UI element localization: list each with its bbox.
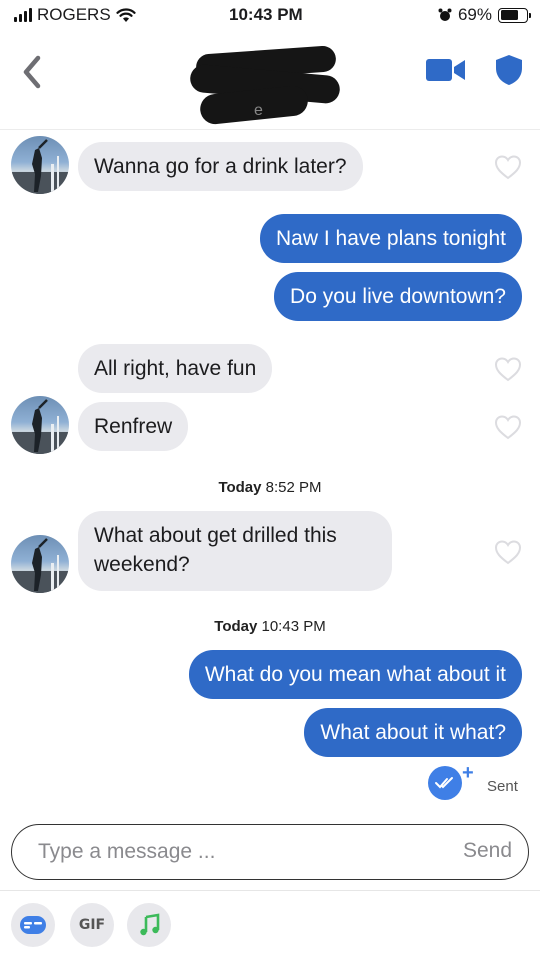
- incoming-message[interactable]: Wanna go for a drink later?: [78, 142, 363, 191]
- outgoing-message[interactable]: Naw I have plans tonight: [260, 214, 522, 263]
- message-thread: Wanna go for a drink later? Naw I have p…: [0, 130, 540, 810]
- read-receipt-plus[interactable]: +: [462, 762, 474, 785]
- like-heart-icon[interactable]: [494, 414, 522, 440]
- avatar[interactable]: [11, 136, 69, 194]
- status-right: 69%: [438, 5, 531, 25]
- battery-icon: [498, 7, 531, 23]
- music-button[interactable]: [127, 903, 171, 947]
- double-check-icon: [435, 777, 453, 789]
- gif-button[interactable]: GIF: [70, 903, 114, 947]
- timestamp-day: Today: [218, 479, 262, 496]
- timestamp: Today 10:43 PM: [0, 618, 540, 635]
- incoming-message[interactable]: All right, have fun: [78, 344, 273, 393]
- timestamp-day: Today: [214, 618, 258, 635]
- match-name-fragment: e: [254, 102, 263, 119]
- status-bar: ROGERS 10:43 PM 69%: [0, 0, 540, 34]
- sticker-icon: [20, 916, 46, 934]
- safety-shield-icon[interactable]: [494, 54, 524, 86]
- wifi-icon: [116, 7, 136, 22]
- avatar-photo: [11, 538, 69, 593]
- chat-header: e: [0, 34, 540, 130]
- battery-percent: 69%: [457, 5, 492, 24]
- status-left: ROGERS: [14, 5, 136, 25]
- outgoing-message[interactable]: Do you live downtown?: [274, 272, 522, 321]
- outgoing-message[interactable]: What about it what?: [304, 708, 522, 757]
- match-profile-redacted[interactable]: e: [189, 44, 350, 128]
- back-chevron-icon[interactable]: [18, 52, 46, 92]
- timestamp-time: 10:43 PM: [261, 618, 326, 635]
- carrier-label: ROGERS: [37, 5, 111, 24]
- incoming-message[interactable]: What about get drilled this weekend?: [78, 511, 392, 591]
- avatar[interactable]: [11, 396, 69, 454]
- like-heart-icon[interactable]: [494, 539, 522, 565]
- clock-time: 10:43 PM: [229, 5, 303, 24]
- sticker-button[interactable]: [11, 903, 55, 947]
- message-composer: Send: [11, 824, 529, 880]
- timestamp-time: 8:52 PM: [265, 479, 322, 496]
- like-heart-icon[interactable]: [494, 154, 522, 180]
- sent-status: Sent: [487, 778, 518, 795]
- incoming-message[interactable]: Renfrew: [78, 402, 189, 451]
- avatar-photo: [11, 399, 69, 454]
- cellular-signal-icon: [14, 8, 32, 22]
- timestamp: Today 8:52 PM: [0, 479, 540, 496]
- send-button[interactable]: Send: [463, 839, 512, 863]
- avatar[interactable]: [11, 535, 69, 593]
- gif-label: GIF: [78, 917, 106, 933]
- divider: [0, 890, 540, 891]
- avatar-photo: [11, 139, 69, 194]
- outgoing-message[interactable]: What do you mean what about it: [188, 650, 522, 699]
- message-input[interactable]: [38, 835, 418, 869]
- music-note-icon: [140, 913, 160, 936]
- like-heart-icon[interactable]: [494, 356, 522, 382]
- alarm-icon: [438, 8, 452, 21]
- video-call-icon[interactable]: [426, 56, 466, 84]
- read-receipt-icon[interactable]: [428, 766, 462, 800]
